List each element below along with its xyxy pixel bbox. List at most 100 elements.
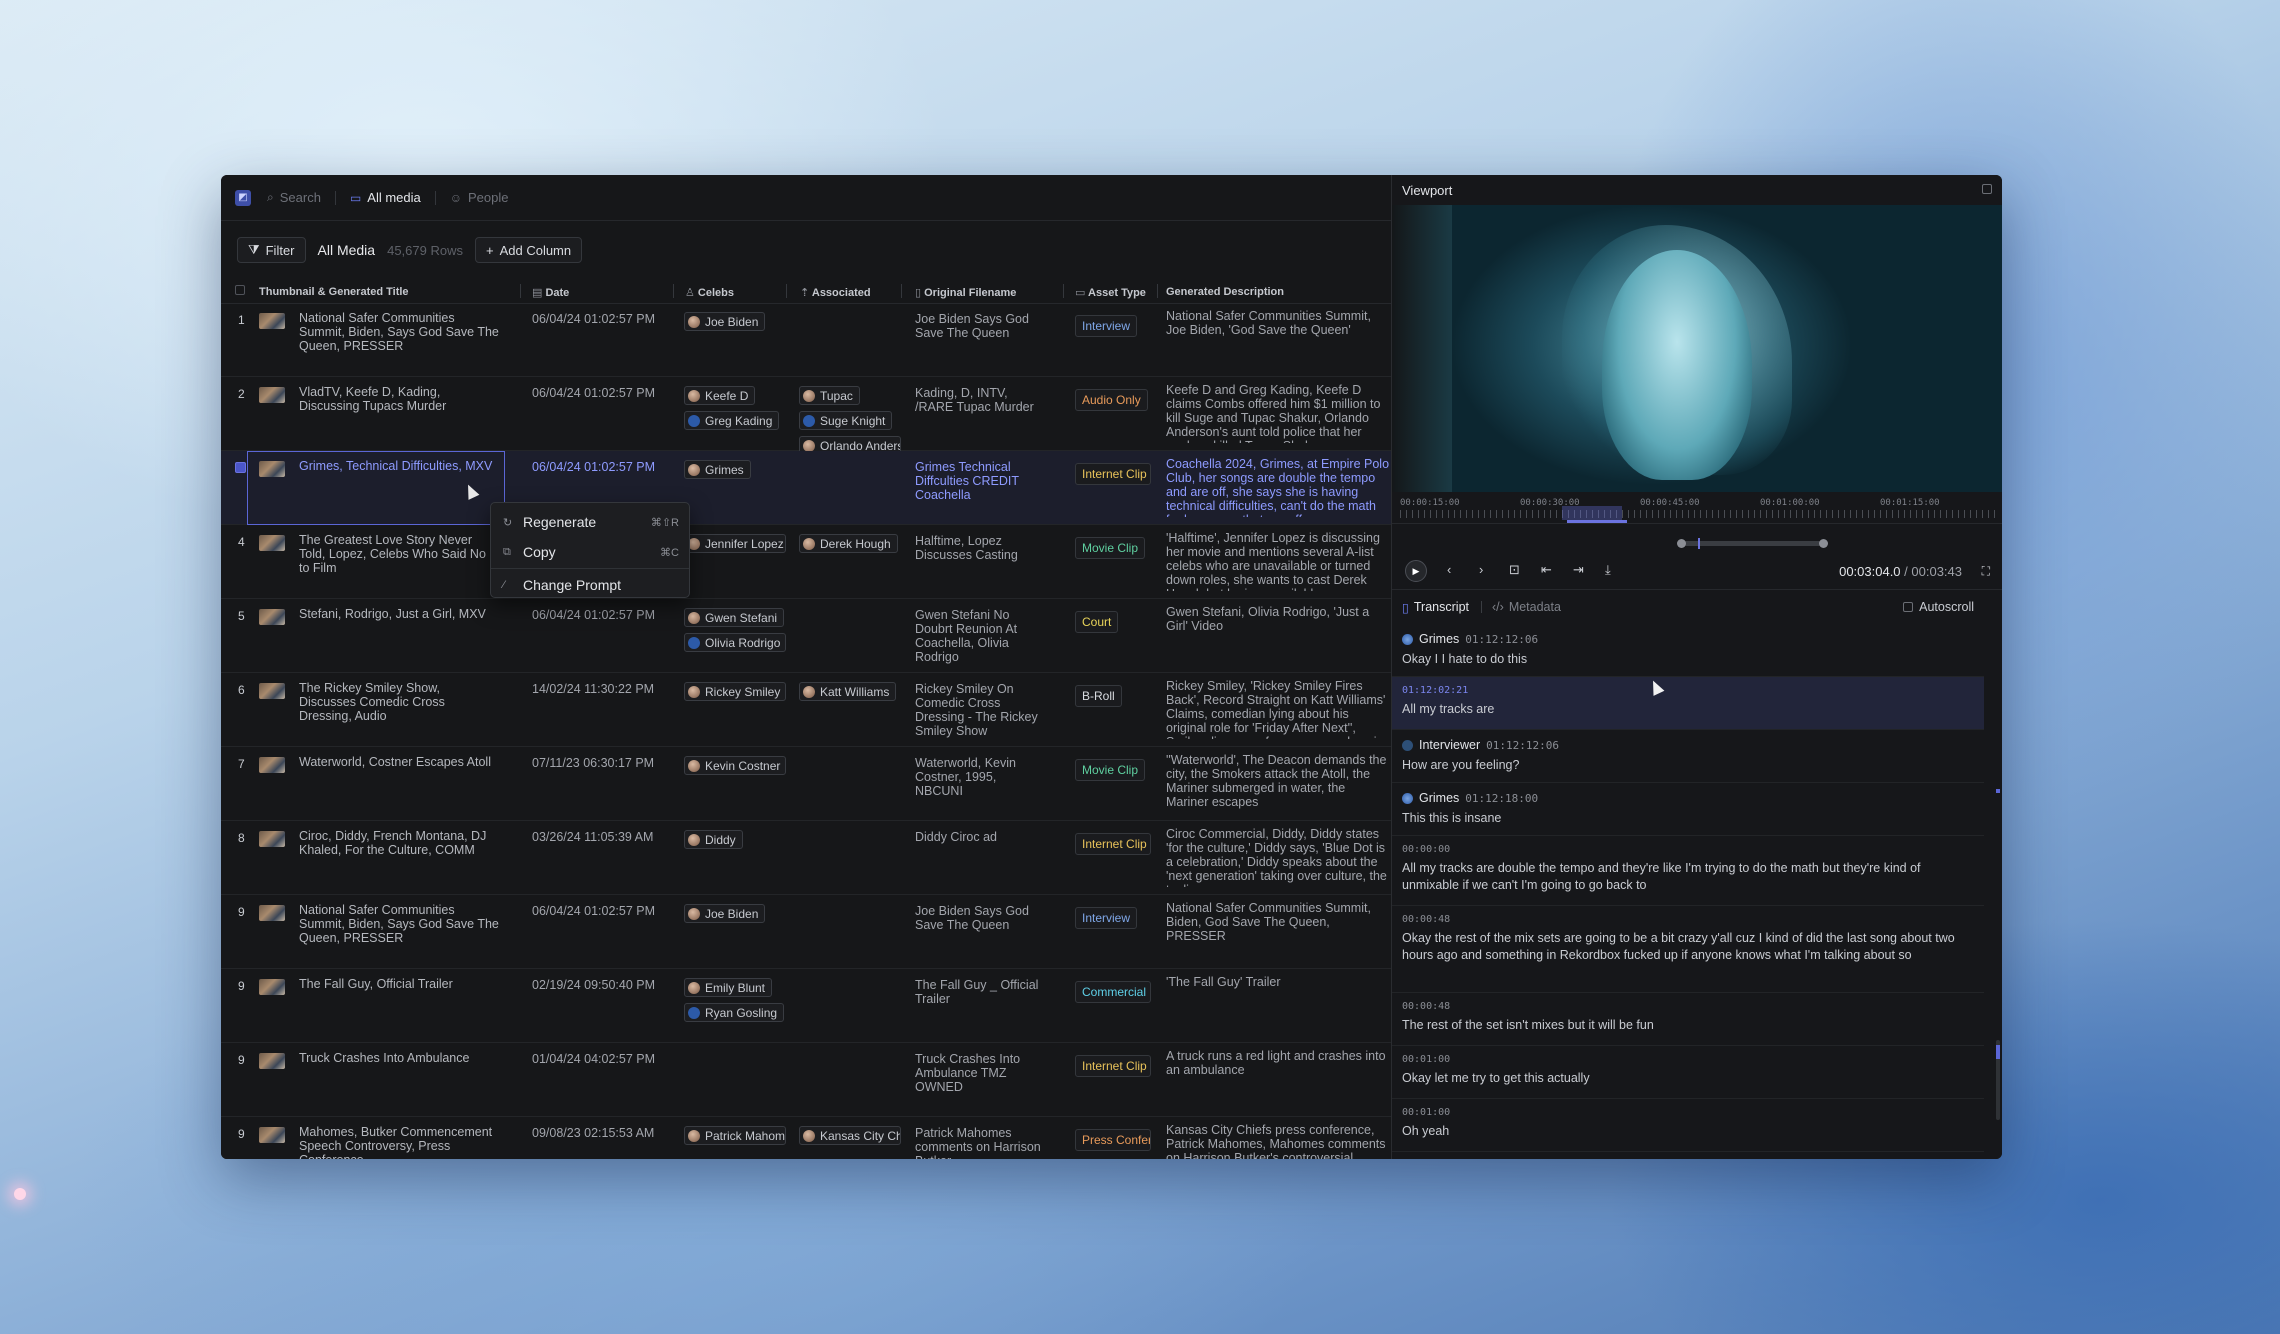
transcript-segment[interactable]: 00:00:00 All my tracks are double the tem… [1392, 836, 1984, 906]
nav-all-media[interactable]: ▭ All media [350, 190, 421, 205]
zoom-scrubber[interactable] [1677, 538, 1828, 549]
transcript-scrollbar[interactable] [1996, 590, 2000, 1159]
thumbnail[interactable] [259, 461, 285, 477]
table-row[interactable]: 7 Waterworld, Costner Escapes Atoll 07/11/… [221, 747, 1391, 821]
transcript-segment[interactable]: Grimes 01:12:12:06 Okay I I hate to do thi… [1392, 624, 1984, 677]
thumbnail[interactable] [259, 683, 285, 699]
transcript-segment[interactable]: 00:01:00 Okay let me try to get this actu… [1392, 1046, 1984, 1099]
table-row[interactable]: 2 VladTV, Keefe D, Kading, Discussing Tup… [221, 377, 1391, 455]
asset-type-badge[interactable]: Internet Clip [1075, 833, 1151, 855]
transcript-segment[interactable]: 00:01:00This is a difficult thing to exp… [1392, 1152, 1984, 1159]
timestamp[interactable]: 01:12:12:06 [1486, 739, 1559, 752]
thumbnail[interactable] [259, 387, 285, 403]
celeb-chip[interactable]: Jennifer Lopez [684, 534, 786, 553]
celeb-chip[interactable]: Patrick Mahomes [684, 1126, 786, 1145]
timestamp[interactable]: 00:00:48 [1402, 914, 1984, 925]
celeb-chip[interactable]: Rickey Smiley [684, 682, 786, 701]
timeline[interactable]: 00:00:15:00 00:00:30:00 00:00:45:00 00:0… [1392, 492, 2002, 552]
generated-title[interactable]: National Safer Communities Summit, Biden… [299, 903, 499, 945]
col-filename[interactable]: ▯ Original Filename [915, 286, 1016, 299]
asset-type-badge[interactable]: Interview [1075, 315, 1138, 337]
associated-chip[interactable]: Katt Williams [799, 682, 897, 701]
select-all-checkbox[interactable] [235, 285, 245, 295]
asset-type-badge[interactable]: Interview [1075, 907, 1138, 929]
asset-type-badge[interactable]: Press Conference [1075, 1129, 1151, 1151]
generated-title[interactable]: VladTV, Keefe D, Kading, Discussing Tupa… [299, 385, 499, 413]
row-checkbox[interactable] [235, 462, 246, 473]
table-row[interactable]: 1 National Safer Communities Summit, Bide… [221, 303, 1391, 377]
timestamp[interactable]: 00:00:00 [1402, 844, 1984, 855]
autoscroll-checkbox[interactable] [1903, 602, 1914, 612]
scrub-end-handle[interactable] [1819, 539, 1828, 548]
celeb-chip[interactable]: Greg Kading [684, 411, 780, 430]
next-frame-icon[interactable]: › [1479, 562, 1483, 577]
timestamp[interactable]: 00:01:00 [1402, 1054, 1984, 1065]
transcript-segment[interactable]: Interviewer 01:12:12:06 How are you feelin… [1392, 730, 1984, 783]
thumbnail[interactable] [259, 609, 285, 625]
play-button[interactable]: ▶ [1405, 560, 1427, 582]
timestamp[interactable]: 01:12:18:00 [1465, 792, 1538, 805]
table-row[interactable]: 9 The Fall Guy, Official Trailer 02/19/24 … [221, 969, 1391, 1043]
table-row[interactable]: 6 The Rickey Smiley Show, Discusses Comed… [221, 673, 1391, 747]
celeb-chip[interactable]: Emily Blunt [684, 978, 773, 997]
table-row[interactable]: 9 Truck Crashes Into Ambulance 01/04/24 04… [221, 1043, 1391, 1117]
asset-type-badge[interactable]: Internet Clip [1075, 1055, 1151, 1077]
asset-type-badge[interactable]: Commercial [1075, 981, 1151, 1003]
celeb-chip[interactable]: Joe Biden [684, 312, 766, 331]
thumbnail[interactable] [259, 757, 285, 773]
celeb-chip[interactable]: Joe Biden [684, 904, 766, 923]
tab-metadata[interactable]: ‹/› Metadata [1492, 600, 1561, 614]
table-row[interactable]: 5 Stefani, Rodrigo, Just a Girl, MXV 06/04… [221, 599, 1391, 673]
col-celebs[interactable]: ♙ Celebs [685, 286, 734, 299]
table-row[interactable]: 9 Mahomes, Butker Commencement Speech Con… [221, 1117, 1391, 1159]
timestamp[interactable]: 01:12:12:06 [1465, 633, 1538, 646]
celeb-chip[interactable]: Ryan Gosling [684, 1003, 785, 1022]
col-associated[interactable]: ⇡ Associated [800, 286, 871, 299]
associated-chip[interactable]: Kansas City Chiefs [799, 1126, 901, 1145]
transcript-segment[interactable]: 00:00:48 Okay the rest of the mix sets ar… [1392, 906, 1984, 993]
app-logo[interactable]: ◩ [235, 189, 251, 206]
table-row[interactable]: 8 Ciroc, Diddy, French Montana, DJ Khaled… [221, 821, 1391, 895]
associated-chip[interactable]: Tupac [799, 386, 860, 405]
timestamp[interactable]: 01:12:02:21 [1402, 685, 1984, 696]
video-player[interactable] [1392, 205, 2002, 492]
download-icon[interactable]: ⤓ [1605, 562, 1611, 578]
asset-type-badge[interactable]: Court [1075, 611, 1119, 633]
col-description[interactable]: Generated Description [1166, 286, 1284, 298]
thumbnail[interactable] [259, 1053, 285, 1069]
timestamp[interactable]: 00:01:00 [1402, 1107, 1984, 1118]
clip-range[interactable] [1562, 506, 1622, 520]
asset-type-badge[interactable]: Movie Clip [1075, 759, 1146, 781]
col-title[interactable]: Thumbnail & Generated Title [259, 286, 409, 298]
table-row[interactable]: 4 The Greatest Love Story Never Told, Lop… [221, 525, 1391, 599]
jump-end-icon[interactable]: ⇥ [1573, 562, 1584, 578]
thumbnail[interactable] [259, 831, 285, 847]
thumbnail[interactable] [259, 313, 285, 329]
autoscroll-toggle[interactable]: Autoscroll [1903, 600, 1974, 614]
celeb-chip[interactable]: Olivia Rodrigo [684, 633, 786, 652]
associated-chip[interactable]: Derek Hough [799, 534, 898, 553]
generated-title[interactable]: The Greatest Love Story Never Told, Lope… [299, 533, 499, 575]
generated-title[interactable]: Mahomes, Butker Commencement Speech Cont… [299, 1125, 499, 1159]
celeb-chip[interactable]: Keefe D [684, 386, 756, 405]
add-column-button[interactable]: + Add Column [474, 237, 583, 263]
generated-title[interactable]: The Fall Guy, Official Trailer [299, 977, 499, 991]
transcript-segment[interactable]: 01:12:02:21 All my tracks are [1392, 677, 1984, 730]
transcript-segment[interactable]: 00:00:48 The rest of the set isn't mixes … [1392, 993, 1984, 1046]
celeb-chip[interactable]: Grimes [684, 460, 751, 479]
table-row[interactable]: Grimes, Technical Difficulties, MXV 06/04… [221, 451, 1391, 525]
jump-start-icon[interactable]: ⇤ [1541, 562, 1552, 578]
timestamp[interactable]: 00:00:48 [1402, 1001, 1984, 1012]
celeb-chip[interactable]: Kevin Costner [684, 756, 786, 775]
tab-transcript[interactable]: ▯ Transcript [1402, 600, 1469, 615]
generated-title[interactable]: Waterworld, Costner Escapes Atoll [299, 755, 499, 769]
thumbnail[interactable] [259, 979, 285, 995]
thumbnail[interactable] [259, 905, 285, 921]
generated-title[interactable]: Grimes, Technical Difficulties, MXV [299, 459, 499, 473]
filter-button[interactable]: ⧩ Filter [237, 237, 306, 263]
asset-type-badge[interactable]: Audio Only [1075, 389, 1148, 411]
transcript-segment[interactable]: 00:01:00 Oh yeah [1392, 1099, 1984, 1152]
expand-icon[interactable] [1982, 184, 1992, 194]
scrub-start-handle[interactable] [1677, 539, 1686, 548]
table-row[interactable]: 9 National Safer Communities Summit, Bide… [221, 895, 1391, 969]
